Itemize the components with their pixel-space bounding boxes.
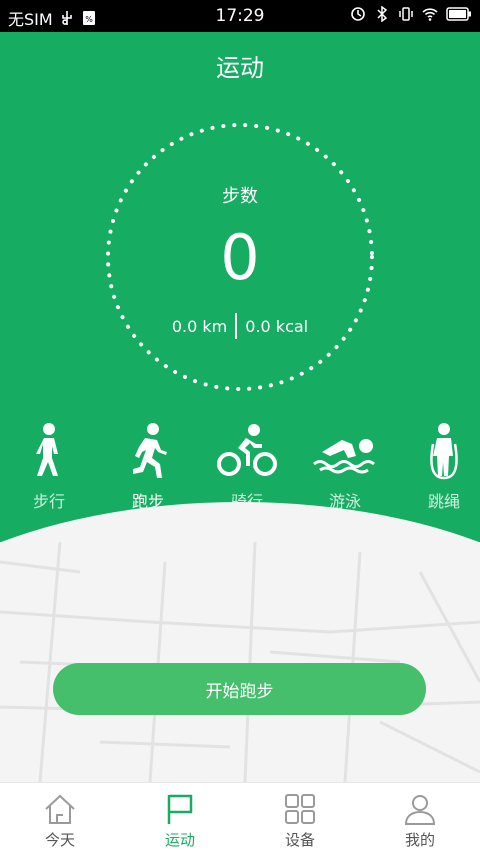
sport-running[interactable]: 跑步 bbox=[108, 422, 188, 512]
sport-jump-rope[interactable]: 跳绳 bbox=[404, 422, 480, 512]
bluetooth-icon bbox=[377, 6, 388, 22]
steps-count: 0 bbox=[220, 221, 260, 294]
wifi-icon bbox=[422, 8, 438, 21]
activity-header: 运动 步数 0 0.0 km 0.0 kcal 步行 跑步 游泳 跳绳 bbox=[0, 32, 480, 542]
nav-label: 设备 bbox=[284, 831, 315, 849]
stats-divider bbox=[235, 313, 238, 339]
cycling-icon bbox=[217, 424, 277, 476]
status-bar: 无SIM % 17:29 bbox=[0, 0, 480, 32]
running-icon bbox=[133, 423, 167, 478]
sport-swimming[interactable]: 游泳 bbox=[305, 422, 385, 512]
sport-walking[interactable]: 步行 bbox=[9, 422, 89, 512]
vibrate-icon bbox=[399, 7, 413, 21]
nav-today[interactable]: 今天 bbox=[0, 783, 120, 853]
flag-icon bbox=[167, 794, 193, 824]
sport-cycling[interactable]: 骑行 bbox=[207, 422, 287, 512]
alarm-icon bbox=[351, 7, 365, 21]
page-title: 运动 bbox=[216, 54, 264, 82]
nav-label: 运动 bbox=[164, 831, 195, 849]
map-background bbox=[0, 542, 480, 782]
sport-label: 跳绳 bbox=[427, 492, 460, 511]
jump-rope-icon bbox=[430, 423, 458, 480]
battery-icon bbox=[446, 7, 471, 21]
grid-icon bbox=[285, 794, 315, 824]
activity-stats: 0.0 km 0.0 kcal bbox=[0, 313, 480, 339]
nav-me[interactable]: 我的 bbox=[360, 783, 480, 853]
nav-device[interactable]: 设备 bbox=[240, 783, 360, 853]
distance-value: 0.0 km bbox=[171, 316, 228, 336]
nav-label: 今天 bbox=[44, 831, 75, 849]
sport-label: 步行 bbox=[32, 492, 65, 511]
home-icon bbox=[45, 794, 75, 824]
nav-label: 我的 bbox=[404, 831, 435, 849]
calories-value: 0.0 kcal bbox=[245, 316, 309, 336]
sport-selector: 步行 跑步 骑行 游泳 bbox=[0, 422, 480, 512]
bottom-nav: 今天 运动 设备 我的 bbox=[0, 782, 480, 853]
swimming-icon bbox=[313, 439, 375, 474]
nav-sport[interactable]: 运动 bbox=[120, 783, 240, 853]
steps-label: 步数 bbox=[222, 186, 258, 207]
walking-icon bbox=[36, 423, 58, 476]
start-running-button[interactable]: 开始跑步 bbox=[53, 663, 426, 715]
user-icon bbox=[404, 795, 436, 825]
